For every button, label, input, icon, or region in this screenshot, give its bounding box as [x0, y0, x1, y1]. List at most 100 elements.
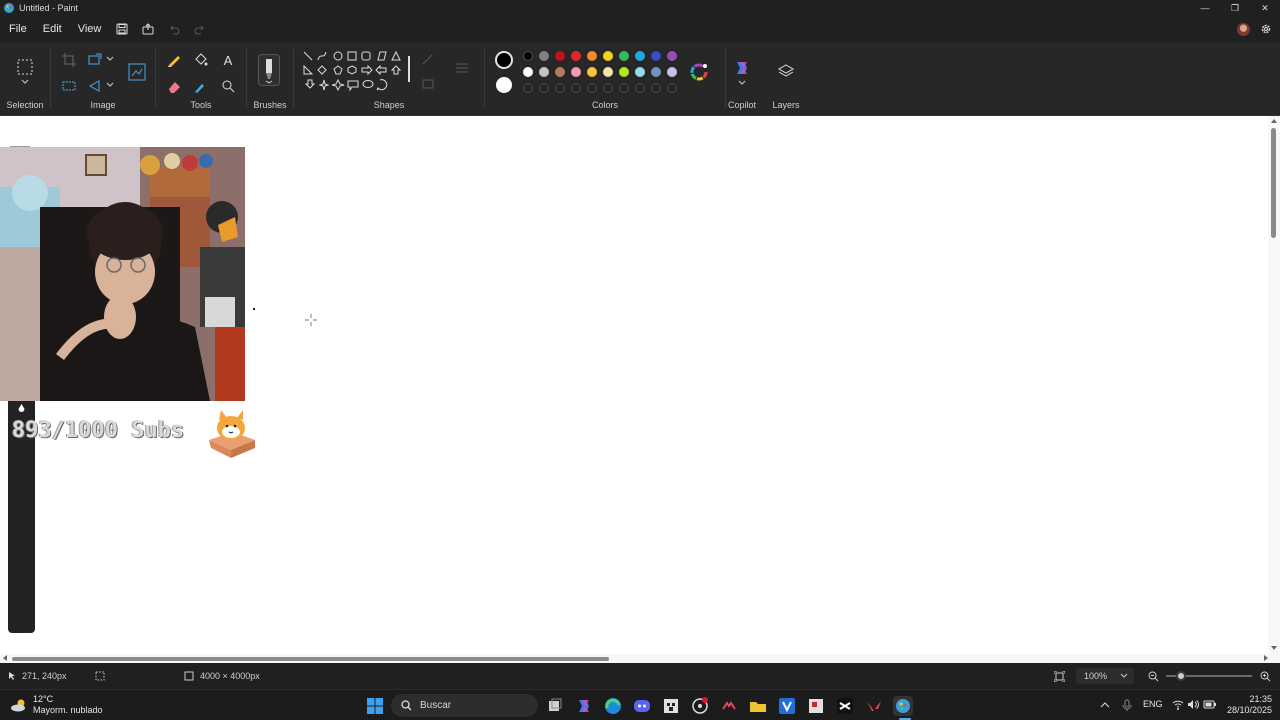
- palette-swatch[interactable]: [571, 51, 581, 61]
- settings-gear-icon[interactable]: [1260, 23, 1272, 35]
- photo-editor-icon[interactable]: [806, 696, 826, 716]
- palette-swatch[interactable]: [603, 67, 613, 77]
- color-picker-icon[interactable]: [192, 78, 208, 94]
- palette-swatch[interactable]: [587, 67, 597, 77]
- eraser-icon[interactable]: [166, 78, 182, 94]
- shapes-scroll-indicator[interactable]: [408, 56, 410, 82]
- custom-color-slot[interactable]: [667, 83, 677, 93]
- primary-color-swatch[interactable]: [495, 51, 513, 69]
- taskbar-search-box[interactable]: Buscar: [391, 694, 538, 717]
- resize-icon[interactable]: [87, 52, 103, 68]
- outline-icon[interactable]: [420, 52, 436, 68]
- selection-chevron-down-icon[interactable]: [20, 78, 30, 86]
- clock[interactable]: 21:35 28/10/2025: [1222, 694, 1272, 716]
- account-avatar[interactable]: [1237, 22, 1250, 36]
- menu-edit[interactable]: Edit: [35, 16, 70, 42]
- windows-start-icon[interactable]: [365, 696, 385, 716]
- weather-widget[interactable]: 12°C Mayorm. nublado: [33, 694, 103, 716]
- palette-swatch[interactable]: [555, 67, 565, 77]
- scroll-left-arrow-icon[interactable]: [1, 654, 9, 662]
- valorant-icon[interactable]: [864, 696, 884, 716]
- shapes-gallery[interactable]: [302, 50, 412, 102]
- horizontal-scroll-thumb[interactable]: [12, 657, 609, 661]
- redo-icon[interactable]: [187, 16, 213, 42]
- paint-taskbar-icon[interactable]: [893, 696, 913, 716]
- palette-swatch[interactable]: [651, 67, 661, 77]
- image-select-icon[interactable]: [127, 62, 147, 82]
- menu-view[interactable]: View: [70, 16, 110, 42]
- palette-swatch[interactable]: [539, 67, 549, 77]
- copilot-icon[interactable]: [733, 59, 751, 77]
- palette-swatch[interactable]: [555, 51, 565, 61]
- size-icon[interactable]: [454, 60, 470, 76]
- custom-color-slot[interactable]: [587, 83, 597, 93]
- rotate-icon[interactable]: [87, 78, 103, 94]
- scroll-right-arrow-icon[interactable]: [1262, 654, 1270, 662]
- volume-icon[interactable]: [1187, 699, 1199, 710]
- drawing-canvas[interactable]: 893/1000 Subs: [0, 116, 1280, 654]
- edge-browser-icon[interactable]: [603, 696, 623, 716]
- text-tool-icon[interactable]: A: [220, 52, 236, 68]
- vertical-scroll-thumb[interactable]: [1271, 128, 1276, 238]
- close-button[interactable]: ✕: [1250, 0, 1280, 16]
- minimize-button[interactable]: —: [1190, 0, 1220, 16]
- maximize-button[interactable]: ❐: [1220, 0, 1250, 16]
- custom-color-slot[interactable]: [603, 83, 613, 93]
- menu-file[interactable]: File: [0, 16, 35, 42]
- custom-color-slot[interactable]: [619, 83, 629, 93]
- streaming-app-icon[interactable]: [719, 696, 739, 716]
- zoom-in-icon[interactable]: [1260, 671, 1271, 682]
- wifi-icon[interactable]: [1172, 699, 1184, 710]
- weather-cloud-icon[interactable]: [10, 697, 28, 713]
- battery-icon[interactable]: [1203, 699, 1217, 710]
- minecraft-icon[interactable]: [661, 696, 681, 716]
- rotate-chevron-down-icon[interactable]: [105, 80, 115, 90]
- visual-studio-code-icon[interactable]: [777, 696, 797, 716]
- palette-swatch[interactable]: [619, 51, 629, 61]
- palette-swatch[interactable]: [539, 51, 549, 61]
- zoom-dropdown[interactable]: 100%: [1076, 668, 1134, 684]
- palette-swatch[interactable]: [523, 51, 533, 61]
- scroll-up-arrow-icon[interactable]: [1270, 117, 1278, 125]
- resize-chevron-down-icon[interactable]: [105, 54, 115, 64]
- custom-color-slot[interactable]: [571, 83, 581, 93]
- palette-swatch[interactable]: [651, 51, 661, 61]
- language-indicator[interactable]: ENG: [1143, 699, 1163, 709]
- custom-color-slot[interactable]: [523, 83, 533, 93]
- microphone-icon[interactable]: [1122, 699, 1132, 711]
- share-icon[interactable]: [135, 16, 161, 42]
- fit-to-window-icon[interactable]: [1054, 671, 1065, 682]
- zoom-slider-thumb[interactable]: [1176, 671, 1186, 681]
- palette-swatch[interactable]: [635, 51, 645, 61]
- layers-icon[interactable]: [777, 62, 795, 80]
- edit-colors-rainbow-icon[interactable]: [689, 62, 709, 82]
- file-explorer-icon[interactable]: [748, 696, 768, 716]
- palette-swatch[interactable]: [667, 51, 677, 61]
- pasted-webcam-image[interactable]: [0, 147, 245, 401]
- copilot-chevron-down-icon[interactable]: [737, 79, 747, 87]
- fill-icon[interactable]: [420, 76, 436, 92]
- custom-color-slot[interactable]: [555, 83, 565, 93]
- secondary-color-swatch[interactable]: [496, 77, 512, 93]
- discord-icon[interactable]: [632, 696, 652, 716]
- custom-color-slot[interactable]: [539, 83, 549, 93]
- custom-color-slot[interactable]: [651, 83, 661, 93]
- zoom-out-icon[interactable]: [1148, 671, 1159, 682]
- remove-background-icon[interactable]: [61, 78, 77, 94]
- pencil-icon[interactable]: [166, 52, 182, 68]
- fill-bucket-icon[interactable]: [192, 52, 208, 68]
- magnifier-icon[interactable]: [220, 78, 236, 94]
- scroll-down-arrow-icon[interactable]: [1270, 644, 1278, 652]
- undo-icon[interactable]: [161, 16, 187, 42]
- palette-swatch[interactable]: [571, 67, 581, 77]
- palette-swatch[interactable]: [587, 51, 597, 61]
- palette-swatch[interactable]: [667, 67, 677, 77]
- horizontal-scrollbar[interactable]: [0, 654, 1280, 663]
- palette-swatch[interactable]: [619, 67, 629, 77]
- show-hidden-icons-chevron-up-icon[interactable]: [1100, 701, 1110, 709]
- crop-icon[interactable]: [61, 52, 77, 68]
- vertical-scrollbar[interactable]: [1268, 116, 1280, 654]
- copilot-taskbar-icon[interactable]: [574, 696, 594, 716]
- palette-swatch[interactable]: [603, 51, 613, 61]
- brush-button[interactable]: [258, 54, 280, 86]
